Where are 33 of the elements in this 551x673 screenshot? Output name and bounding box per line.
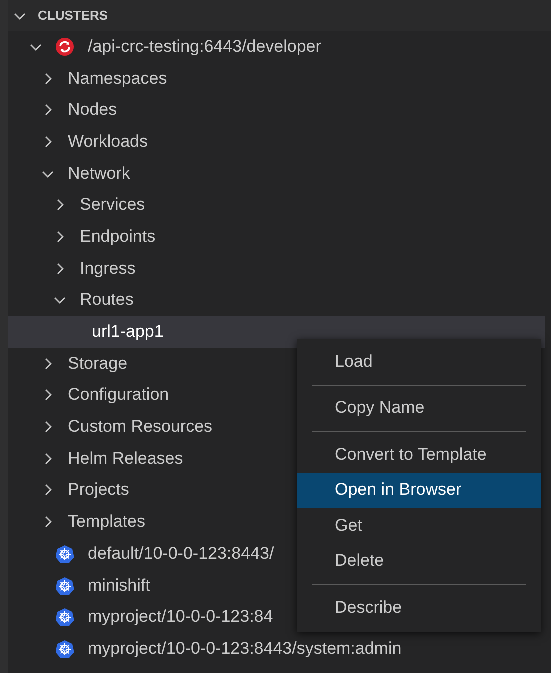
menu-item[interactable]: Delete: [297, 544, 541, 579]
tree-item[interactable]: Templates: [68, 512, 146, 532]
tree-item[interactable]: Helm Releases: [68, 448, 184, 469]
menu-item[interactable]: Copy Name: [297, 390, 541, 426]
openshift-icon: [56, 38, 74, 56]
tree-item[interactable]: /api-crc-testing:6443/developer: [88, 36, 322, 57]
tree-item[interactable]: Namespaces: [68, 68, 168, 89]
tree-item[interactable]: Network: [68, 164, 130, 184]
tree-item[interactable]: Services: [80, 195, 146, 216]
tree-item[interactable]: Ingress: [80, 258, 136, 279]
tree-item[interactable]: minishift: [88, 576, 150, 596]
tree-item[interactable]: Storage: [68, 354, 128, 374]
tree-item[interactable]: Configuration: [68, 385, 170, 406]
tree-item[interactable]: Workloads: [68, 132, 148, 152]
tree-item[interactable]: url1-app1: [92, 322, 164, 342]
kubernetes-icon: [56, 608, 74, 626]
tree-item[interactable]: Projects: [68, 480, 130, 500]
tree-item[interactable]: Custom Resources: [68, 417, 213, 438]
kubernetes-icon: [56, 576, 74, 595]
menu-item[interactable]: Open in Browser: [297, 472, 541, 508]
menu-item[interactable]: Describe: [297, 590, 541, 626]
tree-item[interactable]: myproject/10-0-0-123:8443/system:admin: [88, 638, 402, 659]
tree-item[interactable]: myproject/10-0-0-123:84: [88, 607, 274, 628]
tree-item[interactable]: default/10-0-0-123:8443/: [88, 544, 274, 564]
tree-item[interactable]: Endpoints: [80, 226, 156, 247]
menu-item[interactable]: Load: [297, 344, 541, 380]
tree-item[interactable]: Nodes: [68, 100, 118, 120]
tree-item[interactable]: Routes: [80, 290, 134, 310]
menu-item[interactable]: Convert to Template: [297, 437, 541, 472]
kubernetes-icon: [56, 544, 74, 563]
kubernetes-icon: [56, 640, 74, 658]
section-title[interactable]: CLUSTERS: [38, 8, 108, 23]
menu-item[interactable]: Get: [297, 508, 541, 544]
